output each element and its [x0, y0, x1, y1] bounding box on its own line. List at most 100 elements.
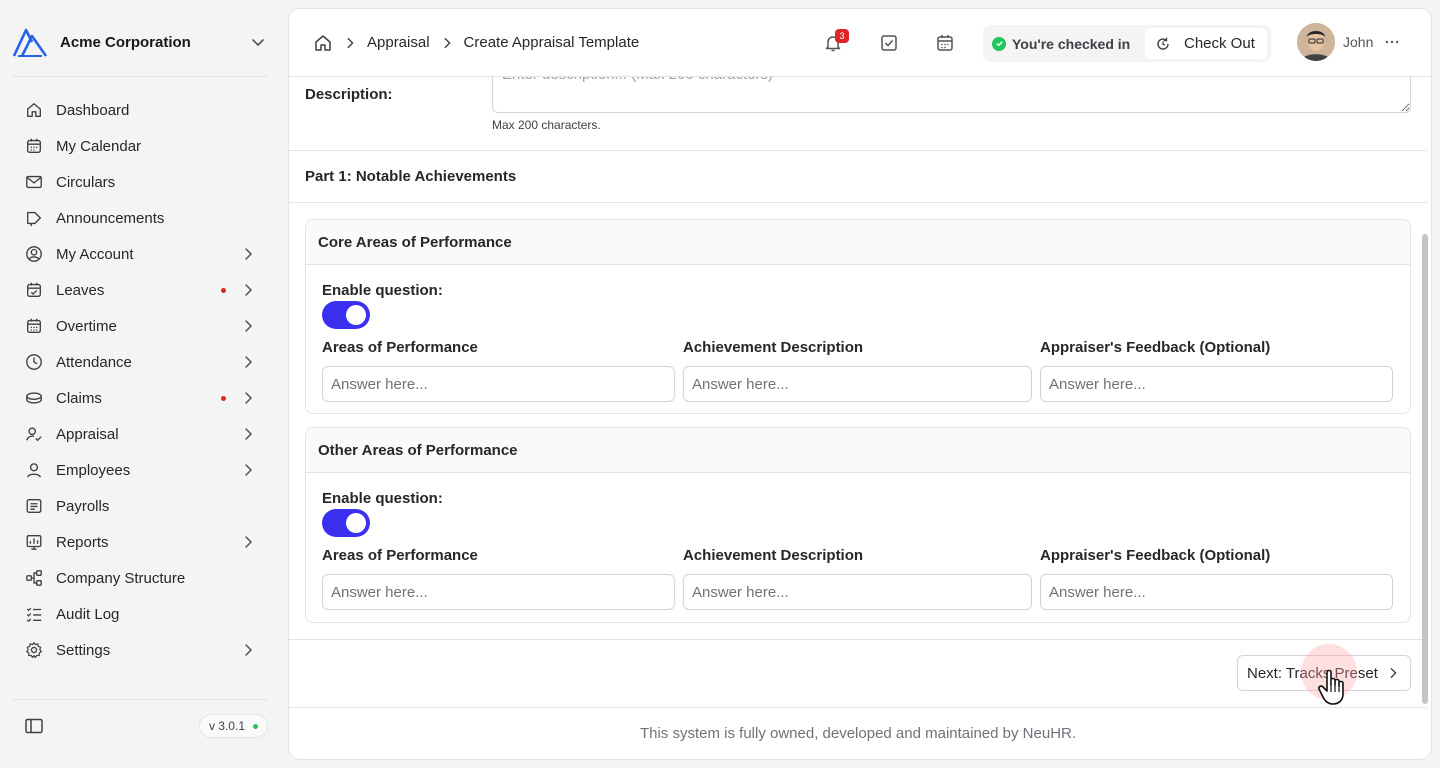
sidebar-item-label: Attendance: [56, 353, 132, 371]
list-check-icon: [24, 604, 44, 624]
sidebar-item-circulars[interactable]: Circulars: [12, 164, 268, 200]
areas-input[interactable]: [322, 366, 675, 402]
user-name: John: [1343, 34, 1374, 50]
notification-badge: 3: [835, 29, 849, 43]
clock-icon: [24, 352, 44, 372]
toggle-knob: [346, 513, 366, 533]
column-label-feedback: Appraiser's Feedback (Optional): [1040, 339, 1271, 356]
sidebar-item-label: My Calendar: [56, 137, 142, 155]
sidebar-item-company-structure[interactable]: Company Structure: [12, 560, 268, 596]
org-switcher[interactable]: Acme Corporation: [12, 24, 268, 60]
sidebar-item-announcements[interactable]: Announcements: [12, 200, 268, 236]
check-circle-icon: [992, 36, 1006, 51]
coins-icon: [24, 388, 44, 408]
chevron-right-icon: [245, 428, 253, 440]
sidebar-item-label: Audit Log: [56, 605, 120, 623]
gear-icon: [24, 640, 44, 660]
chevron-right-icon: [245, 644, 253, 656]
sidebar-item-leaves[interactable]: Leaves: [12, 272, 268, 308]
version-badge: v 3.0.1: [198, 714, 268, 738]
question-card-other: Other Areas of Performance Enable questi…: [305, 427, 1411, 623]
description-label: Description:: [305, 86, 393, 103]
home-icon: [24, 100, 44, 120]
top-bar: Appraisal Create Appraisal Template 3 Yo…: [289, 9, 1431, 77]
sidebar-item-label: Company Structure: [56, 569, 186, 587]
chevron-right-icon: [1390, 667, 1397, 679]
megaphone-icon: [24, 208, 44, 228]
hand-cursor-icon: [1318, 669, 1344, 705]
breadcrumb: Appraisal Create Appraisal Template: [313, 33, 639, 53]
breadcrumb-current: Create Appraisal Template: [463, 34, 640, 51]
footer-divider: [289, 707, 1427, 708]
chevron-right-icon: [245, 284, 253, 296]
areas-input[interactable]: [322, 574, 675, 610]
section-divider: [289, 202, 1427, 203]
sidebar-item-label: Employees: [56, 461, 131, 479]
calendar-grid-icon: [24, 316, 44, 336]
sidebar-item-label: Leaves: [56, 281, 105, 299]
chevron-right-icon: [245, 536, 253, 548]
column-label-achievement: Achievement Description: [683, 339, 864, 356]
sidebar-item-overtime[interactable]: Overtime: [12, 308, 268, 344]
sidebar-item-claims[interactable]: Claims: [12, 380, 268, 416]
enable-question-label: Enable question:: [322, 282, 443, 299]
sidebar-item-dashboard[interactable]: Dashboard: [12, 92, 268, 128]
sidebar-item-attendance[interactable]: Attendance: [12, 344, 268, 380]
sidebar-item-label: Reports: [56, 533, 109, 551]
sidebar: Acme Corporation Dashboard My Calendar C…: [0, 0, 280, 768]
acme-logo-icon: [12, 28, 48, 57]
sidebar-divider: [12, 76, 268, 77]
enable-question-label: Enable question:: [322, 490, 443, 507]
section-divider: [289, 639, 1427, 640]
calendar-icon[interactable]: [935, 33, 955, 53]
task-check-icon[interactable]: [879, 33, 899, 53]
org-name: Acme Corporation: [60, 33, 191, 51]
user-menu[interactable]: John: [1297, 23, 1401, 61]
enable-question-toggle[interactable]: [322, 509, 370, 537]
sidebar-item-label: Overtime: [56, 317, 117, 335]
achievement-input[interactable]: [683, 366, 1032, 402]
check-out-button[interactable]: Check Out: [1145, 28, 1267, 59]
checkin-status: You're checked in Check Out: [983, 25, 1271, 62]
sidebar-item-label: Appraisal: [56, 425, 119, 443]
avatar: [1297, 23, 1335, 61]
part-title: Part 1: Notable Achievements: [305, 168, 517, 185]
sidebar-footer: v 3.0.1: [12, 708, 268, 744]
feedback-input[interactable]: [1040, 366, 1393, 402]
sidebar-item-payrolls[interactable]: Payrolls: [12, 488, 268, 524]
checkin-status-text: You're checked in: [1012, 35, 1131, 52]
sidebar-item-settings[interactable]: Settings: [12, 632, 268, 668]
sidebar-item-employees[interactable]: Employees: [12, 452, 268, 488]
sidebar-item-label: Dashboard: [56, 101, 130, 119]
more-horizontal-icon[interactable]: [1383, 33, 1401, 51]
sidebar-divider: [12, 699, 268, 700]
notification-dot: [221, 287, 226, 293]
sidebar-item-label: Announcements: [56, 209, 165, 227]
achievement-input[interactable]: [683, 574, 1032, 610]
mail-icon: [24, 172, 44, 192]
sidebar-item-reports[interactable]: Reports: [12, 524, 268, 560]
version-text: v 3.0.1: [208, 719, 245, 733]
sidebar-item-audit-log[interactable]: Audit Log: [12, 596, 268, 632]
status-dot: [253, 723, 258, 729]
column-label-achievement: Achievement Description: [683, 547, 864, 564]
home-icon[interactable]: [313, 33, 333, 53]
sidebar-item-my-account[interactable]: My Account: [12, 236, 268, 272]
sidebar-toggle-icon[interactable]: [24, 716, 44, 736]
chevron-right-icon: [245, 464, 253, 476]
description-hint: Max 200 characters.: [492, 118, 601, 132]
breadcrumb-appraisal[interactable]: Appraisal: [367, 34, 430, 51]
column-label-feedback: Appraiser's Feedback (Optional): [1040, 547, 1271, 564]
enable-question-toggle[interactable]: [322, 301, 370, 329]
receipt-icon: [24, 496, 44, 516]
sidebar-nav: Dashboard My Calendar Circulars Announce…: [12, 92, 268, 668]
scrollbar-thumb[interactable]: [1422, 234, 1428, 704]
question-card-core: Core Areas of Performance Enable questio…: [305, 219, 1411, 414]
chevron-right-icon: [444, 37, 451, 48]
sidebar-item-label: Payrolls: [56, 497, 110, 515]
sidebar-item-my-calendar[interactable]: My Calendar: [12, 128, 268, 164]
calendar-check-icon: [24, 280, 44, 300]
feedback-input[interactable]: [1040, 574, 1393, 610]
sidebar-item-appraisal[interactable]: Appraisal: [12, 416, 268, 452]
user-check-icon: [24, 424, 44, 444]
